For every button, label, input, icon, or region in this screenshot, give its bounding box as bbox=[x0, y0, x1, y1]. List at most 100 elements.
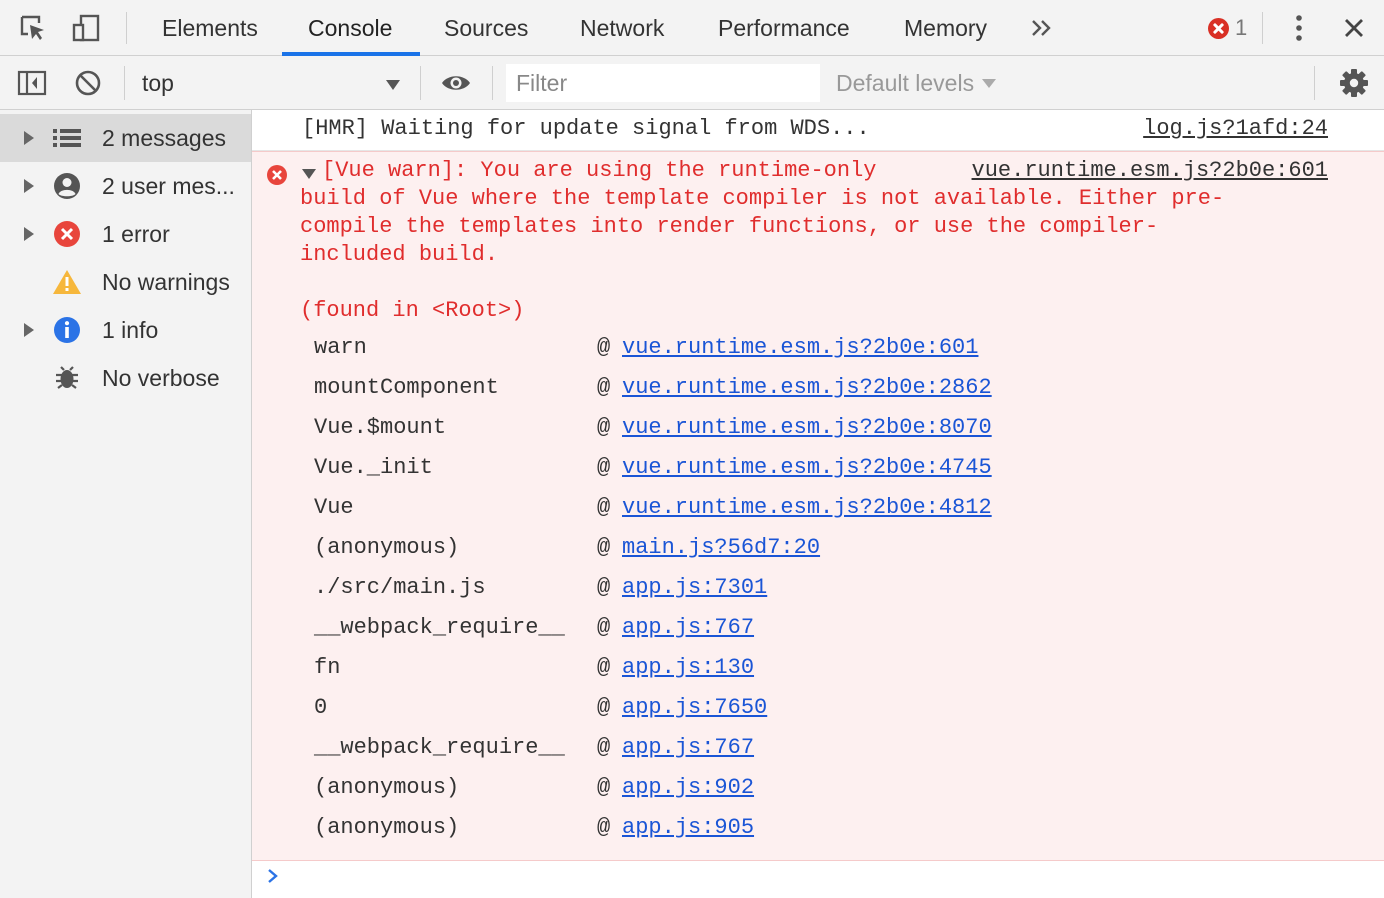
sidebar-item-errors[interactable]: 1 error bbox=[0, 210, 251, 258]
warning-icon bbox=[52, 268, 82, 296]
sidebar-item-label: 2 user mes... bbox=[102, 173, 235, 199]
tab-sources[interactable]: Sources bbox=[442, 0, 530, 56]
console-prompt[interactable] bbox=[266, 866, 286, 890]
error-icon bbox=[52, 220, 82, 248]
stack-frame-at: @ bbox=[597, 655, 611, 680]
sidebar-item-verbose[interactable]: No verbose bbox=[0, 354, 251, 402]
tab-console[interactable]: Console bbox=[306, 0, 394, 56]
stack-frame-at: @ bbox=[597, 735, 611, 760]
console-message-error: [Vue warn]: You are using the runtime-on… bbox=[252, 151, 1384, 861]
stack-frame-link[interactable]: app.js:130 bbox=[622, 655, 754, 680]
error-text-line: included build. bbox=[300, 242, 499, 267]
stack-frame-link[interactable]: app.js:767 bbox=[622, 735, 754, 760]
user-icon bbox=[52, 172, 82, 200]
stack-frame-link[interactable]: app.js:902 bbox=[622, 775, 754, 800]
sidebar-item-user-messages[interactable]: 2 user mes... bbox=[0, 162, 251, 210]
error-text-line: build of Vue where the template compiler… bbox=[300, 186, 1225, 211]
stack-frame-link[interactable]: app.js:7301 bbox=[622, 575, 767, 600]
log-source-link[interactable]: log.js?1afd:24 bbox=[1143, 116, 1328, 141]
stack-frame-function: fn bbox=[314, 655, 341, 680]
stack-frame-link[interactable]: vue.runtime.esm.js?2b0e:8070 bbox=[622, 415, 992, 440]
stack-frame-at: @ bbox=[597, 775, 611, 800]
tab-network[interactable]: Network bbox=[578, 0, 666, 56]
info-icon bbox=[52, 316, 82, 344]
stack-frame-link[interactable]: vue.runtime.esm.js?2b0e:4812 bbox=[622, 495, 992, 520]
stack-frame-at: @ bbox=[597, 495, 611, 520]
sidebar-item-label: No warnings bbox=[102, 269, 230, 295]
stack-frame-function: (anonymous) bbox=[314, 535, 460, 560]
stack-frame-function: Vue._init bbox=[314, 455, 433, 480]
stack-frame-function: Vue bbox=[314, 495, 354, 520]
console-message-log: [HMR] Waiting for update signal from WDS… bbox=[252, 110, 1384, 151]
default-levels-dropdown[interactable]: Default levels bbox=[836, 66, 997, 100]
context-select[interactable]: top bbox=[142, 66, 404, 100]
stack-frame-function: __webpack_require__ bbox=[314, 735, 565, 760]
stack-frame-function: mountComponent bbox=[314, 375, 499, 400]
levels-label: Default levels bbox=[836, 70, 975, 96]
chevron-down-icon bbox=[386, 80, 400, 90]
stack-frame-link[interactable]: vue.runtime.esm.js?2b0e:4745 bbox=[622, 455, 992, 480]
kebab-menu-icon[interactable] bbox=[1283, 12, 1315, 44]
error-count-badge[interactable]: 1 bbox=[1208, 14, 1247, 42]
clear-console-icon[interactable] bbox=[72, 67, 104, 99]
stack-frame-link[interactable]: vue.runtime.esm.js?2b0e:2862 bbox=[622, 375, 992, 400]
stack-frame-function: Vue.$mount bbox=[314, 415, 447, 440]
tab-elements[interactable]: Elements bbox=[160, 0, 260, 56]
error-icon bbox=[266, 164, 288, 193]
expand-arrow-icon[interactable] bbox=[24, 179, 34, 193]
stack-frame-link[interactable]: main.js?56d7:20 bbox=[622, 535, 820, 560]
stack-frame-at: @ bbox=[597, 335, 611, 360]
tab-performance[interactable]: Performance bbox=[716, 0, 852, 56]
console-output: [HMR] Waiting for update signal from WDS… bbox=[252, 110, 1384, 898]
expand-arrow-icon[interactable] bbox=[24, 131, 34, 145]
stack-frame-function: warn bbox=[314, 335, 367, 360]
gear-icon[interactable] bbox=[1338, 67, 1370, 99]
close-icon[interactable] bbox=[1338, 12, 1370, 44]
toggle-sidebar-icon[interactable] bbox=[16, 67, 48, 99]
stack-frame-at: @ bbox=[597, 695, 611, 720]
devtools-tab-bar: Elements Console Sources Network Perform… bbox=[0, 0, 1384, 56]
console-toolbar: top Default levels bbox=[0, 56, 1384, 110]
console-sidebar: 2 messages 2 user mes... 1 error No warn… bbox=[0, 110, 252, 898]
sidebar-item-label: 1 error bbox=[102, 221, 170, 247]
stack-frame-function: (anonymous) bbox=[314, 815, 460, 840]
stack-frame-at: @ bbox=[597, 455, 611, 480]
sidebar-item-info[interactable]: 1 info bbox=[0, 306, 251, 354]
sidebar-item-label: 2 messages bbox=[102, 125, 227, 151]
stack-frame-function: ./src/main.js bbox=[314, 575, 486, 600]
error-source-link[interactable]: vue.runtime.esm.js?2b0e:601 bbox=[972, 158, 1328, 183]
chevron-down-icon bbox=[982, 78, 997, 88]
context-value: top bbox=[142, 70, 174, 96]
error-count: 1 bbox=[1235, 15, 1248, 40]
live-expression-eye-icon[interactable] bbox=[440, 67, 472, 99]
inspect-element-icon[interactable] bbox=[17, 12, 49, 44]
device-toolbar-icon[interactable] bbox=[70, 12, 102, 44]
list-icon bbox=[52, 124, 82, 152]
sidebar-item-messages[interactable]: 2 messages bbox=[0, 114, 251, 162]
sidebar-item-warnings[interactable]: No warnings bbox=[0, 258, 251, 306]
stack-frame-at: @ bbox=[597, 375, 611, 400]
stack-frame-at: @ bbox=[597, 615, 611, 640]
sidebar-item-label: 1 info bbox=[102, 317, 159, 343]
stack-frame-link[interactable]: app.js:767 bbox=[622, 615, 754, 640]
stack-frame-link[interactable]: app.js:905 bbox=[622, 815, 754, 840]
stack-frame-link[interactable]: vue.runtime.esm.js?2b0e:601 bbox=[622, 335, 978, 360]
stack-frame-link[interactable]: app.js:7650 bbox=[622, 695, 767, 720]
error-text-line: compile the templates into render functi… bbox=[300, 214, 1159, 239]
filter-input[interactable] bbox=[506, 64, 820, 102]
stack-frame-at: @ bbox=[597, 415, 611, 440]
stack-frame-at: @ bbox=[597, 815, 611, 840]
tab-memory[interactable]: Memory bbox=[902, 0, 989, 56]
bug-icon bbox=[52, 364, 82, 392]
collapse-arrow-icon[interactable] bbox=[302, 169, 316, 179]
stack-frame-function: (anonymous) bbox=[314, 775, 460, 800]
error-icon bbox=[1208, 17, 1229, 39]
log-message-text: [HMR] Waiting for update signal from WDS… bbox=[302, 116, 870, 141]
error-found-in: (found in <Root>) bbox=[300, 298, 525, 323]
expand-arrow-icon[interactable] bbox=[24, 227, 34, 241]
stack-frame-at: @ bbox=[597, 535, 611, 560]
more-tabs-icon[interactable] bbox=[1026, 12, 1058, 44]
expand-arrow-icon[interactable] bbox=[24, 323, 34, 337]
sidebar-item-label: No verbose bbox=[102, 365, 220, 391]
error-text-line: [Vue warn]: You are using the runtime-on… bbox=[322, 158, 877, 183]
